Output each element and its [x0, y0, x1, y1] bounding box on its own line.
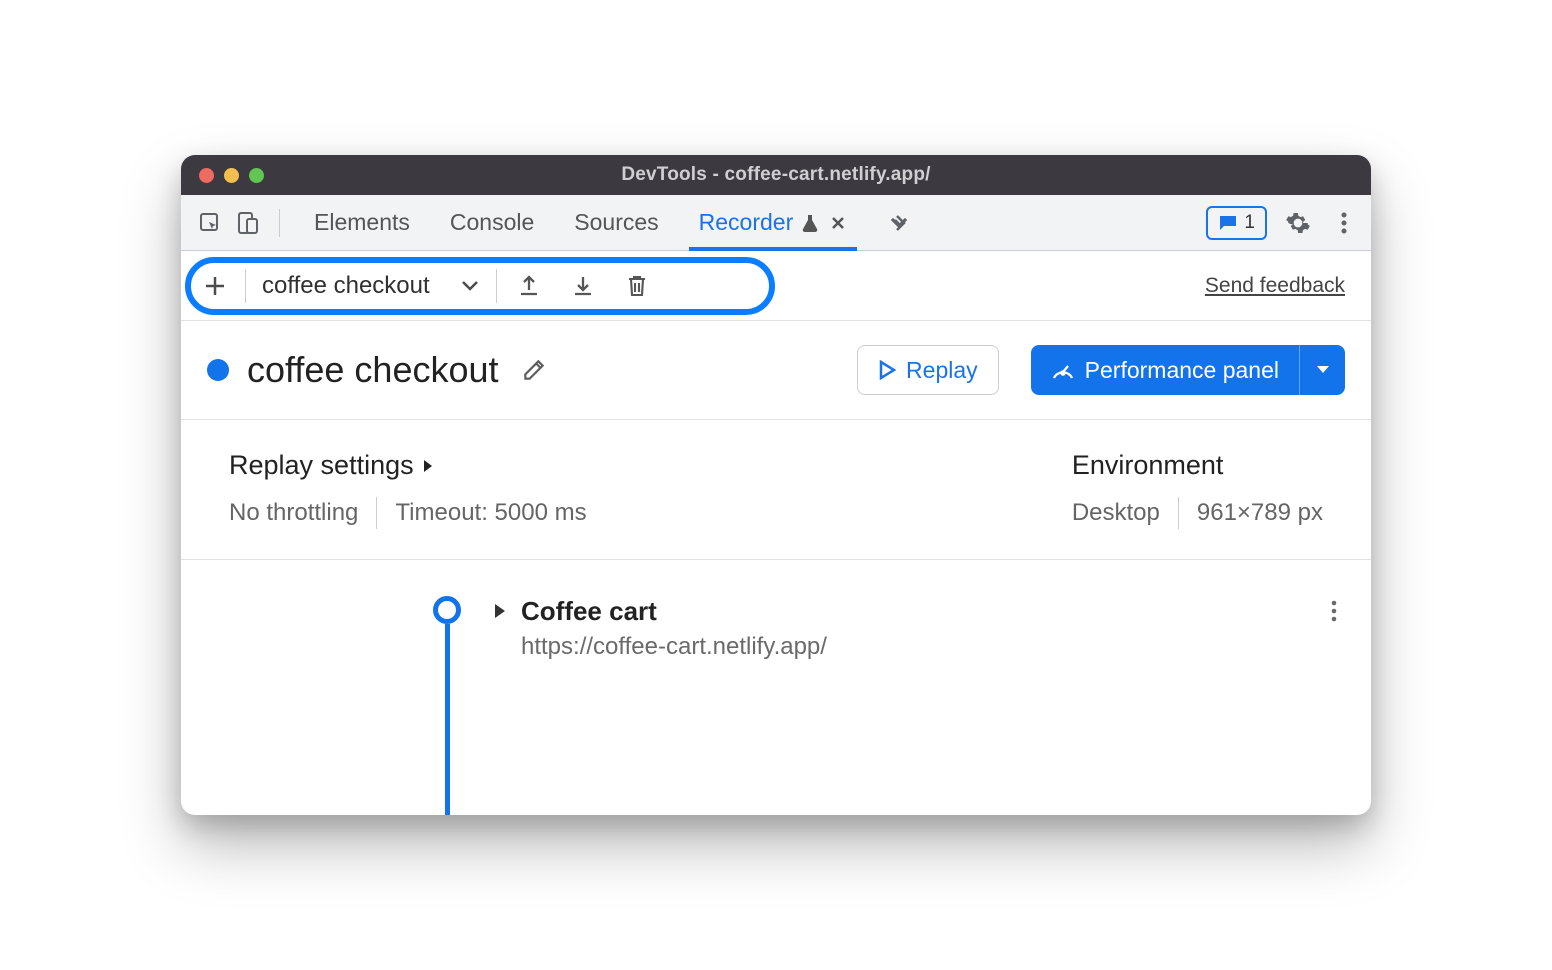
- export-recording-icon[interactable]: [513, 270, 545, 302]
- recording-status-dot: [207, 359, 229, 381]
- recording-selector[interactable]: coffee checkout: [256, 272, 486, 300]
- recording-title: coffee checkout: [247, 349, 499, 391]
- recording-settings: Replay settings No throttling Timeout: 5…: [181, 420, 1371, 560]
- settings-gear-icon[interactable]: [1283, 208, 1313, 238]
- chevron-down-icon: [460, 279, 480, 293]
- step-row[interactable]: Coffee cart https://coffee-cart.netlify.…: [441, 596, 1345, 661]
- replay-settings-heading[interactable]: Replay settings: [229, 450, 587, 481]
- environment-heading: Environment: [1072, 450, 1323, 481]
- recording-selector-label: coffee checkout: [262, 272, 430, 300]
- replay-button[interactable]: Replay: [857, 345, 999, 395]
- expand-triangle-icon[interactable]: [493, 602, 507, 620]
- tab-label: Console: [450, 209, 534, 236]
- performance-panel-button[interactable]: Performance panel: [1031, 345, 1299, 395]
- more-menu-icon[interactable]: [1329, 208, 1359, 238]
- step-more-menu-icon[interactable]: [1331, 600, 1337, 622]
- heading-label: Replay settings: [229, 450, 414, 481]
- edit-name-icon[interactable]: [521, 357, 547, 383]
- close-tab-icon[interactable]: [829, 214, 847, 232]
- performance-panel-label: Performance panel: [1085, 357, 1279, 384]
- performance-panel-split-button: Performance panel: [1031, 345, 1345, 395]
- device-toolbar-icon[interactable]: [231, 206, 265, 240]
- issues-badge[interactable]: 1: [1206, 206, 1267, 240]
- recording-header: coffee checkout Replay Performance panel: [181, 321, 1371, 420]
- timeout-value: Timeout: 5000 ms: [395, 499, 586, 527]
- tab-recorder[interactable]: Recorder: [693, 195, 854, 250]
- tab-console[interactable]: Console: [444, 195, 540, 250]
- tab-label: Recorder: [699, 209, 794, 236]
- import-recording-icon[interactable]: [567, 270, 599, 302]
- delete-recording-icon[interactable]: [621, 270, 653, 302]
- tab-elements[interactable]: Elements: [308, 195, 416, 250]
- zoom-window-button[interactable]: [249, 168, 264, 183]
- separator: [376, 497, 377, 529]
- traffic-lights: [181, 168, 264, 183]
- separator: [1178, 497, 1179, 529]
- separator: [279, 209, 280, 237]
- step-connector-line: [445, 624, 450, 815]
- throttling-value: No throttling: [229, 499, 358, 527]
- replay-button-label: Replay: [906, 357, 978, 384]
- issues-count: 1: [1244, 212, 1255, 234]
- close-window-button[interactable]: [199, 168, 214, 183]
- window-title: DevTools - coffee-cart.netlify.app/: [181, 164, 1371, 186]
- tab-label: Sources: [574, 209, 658, 236]
- devtools-tabstrip: Elements Console Sources Recorder 1: [181, 195, 1371, 251]
- step-title: Coffee cart: [521, 596, 827, 627]
- tab-label: Elements: [314, 209, 410, 236]
- send-feedback-link[interactable]: Send feedback: [1205, 274, 1345, 298]
- minimize-window-button[interactable]: [224, 168, 239, 183]
- titlebar: DevTools - coffee-cart.netlify.app/: [181, 155, 1371, 195]
- environment-viewport: 961×789 px: [1197, 499, 1323, 527]
- tabstrip-right: 1: [1206, 206, 1363, 240]
- replay-settings-section: Replay settings No throttling Timeout: 5…: [229, 450, 587, 529]
- tab-sources[interactable]: Sources: [568, 195, 664, 250]
- environment-section: Environment Desktop 961×789 px: [1072, 450, 1323, 529]
- recording-steps: Coffee cart https://coffee-cart.netlify.…: [181, 560, 1371, 815]
- environment-device: Desktop: [1072, 499, 1160, 527]
- separator: [496, 269, 497, 303]
- separator: [245, 269, 246, 303]
- recorder-toolbar: coffee checkout Send feedback: [181, 251, 1371, 321]
- experiment-flask-icon: [801, 213, 819, 233]
- inspect-element-icon[interactable]: [193, 206, 227, 240]
- performance-panel-dropdown[interactable]: [1299, 345, 1345, 395]
- step-subtitle: https://coffee-cart.netlify.app/: [521, 633, 827, 661]
- recorder-actions: [513, 270, 653, 302]
- new-recording-button[interactable]: [195, 266, 235, 306]
- expand-triangle-icon: [422, 458, 434, 474]
- devtools-window: DevTools - coffee-cart.netlify.app/ Elem…: [181, 155, 1371, 815]
- step-node-icon: [433, 596, 461, 624]
- more-tabs-button[interactable]: [881, 195, 917, 250]
- panel-tabs: Elements Console Sources Recorder: [308, 195, 917, 250]
